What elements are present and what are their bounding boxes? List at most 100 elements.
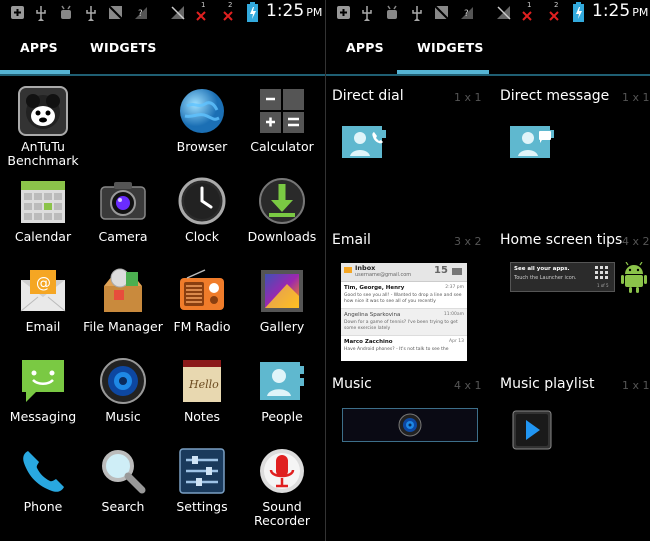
widget-title: Direct dial: [332, 88, 404, 104]
app-clock[interactable]: Clock: [162, 176, 242, 244]
sim1-no-signal-icon: [195, 7, 207, 24]
battery-charging-icon: [573, 2, 584, 22]
apps-screen: ? 1 2 1:25 PM APPS WIDGETS AnTuTu Benchma…: [0, 0, 325, 541]
widgets-screen: ? 1 2 1:25 PM APPS WIDGETS Direct dial 1 …: [326, 0, 650, 541]
app-camera[interactable]: Camera: [83, 176, 163, 244]
app-phone[interactable]: Phone: [3, 446, 83, 514]
app-email[interactable]: @ Email: [3, 266, 83, 334]
gallery-icon: [257, 266, 307, 316]
app-sound-recorder[interactable]: Sound Recorder: [242, 446, 322, 528]
direct-message-icon: [510, 124, 556, 164]
widget-title: Music playlist: [500, 376, 595, 392]
file-manager-icon: [98, 266, 148, 316]
compose-icon: [452, 268, 462, 275]
antutu-icon: [18, 86, 68, 136]
music-widget-preview: [342, 408, 478, 442]
app-label: Browser: [176, 139, 228, 154]
notes-icon: Hello: [177, 356, 227, 406]
svg-text:?: ?: [138, 9, 143, 19]
tab-underline: [326, 74, 650, 76]
app-label: Music: [105, 409, 141, 424]
tab-bar: APPS WIDGETS: [0, 25, 325, 76]
usb-icon: [35, 4, 47, 21]
launcher-grid-icon: [595, 266, 609, 282]
app-notes[interactable]: Hello Notes: [162, 356, 242, 424]
app-label: Downloads: [247, 229, 317, 244]
android-debug-icon: [384, 4, 400, 21]
radio-icon: [177, 266, 227, 316]
direct-dial-icon: [342, 124, 388, 164]
widget-size: 4 x 2: [622, 235, 650, 248]
widget-title: Direct message: [500, 88, 610, 104]
app-file-manager[interactable]: File Manager: [83, 266, 163, 334]
clock-display: 1:25 PM: [266, 1, 323, 21]
battery-charging-icon: [247, 2, 258, 22]
add-notification-icon: [10, 4, 25, 21]
app-label: AnTuTu Benchmark: [7, 139, 79, 168]
messaging-icon: [18, 356, 68, 406]
app-label: Clock: [185, 229, 219, 244]
app-search[interactable]: Search: [83, 446, 163, 514]
notes-icon-text: Hello: [188, 378, 219, 391]
people-icon: [257, 356, 307, 406]
signal-muted-icon: [496, 4, 511, 21]
app-label: FM Radio: [173, 319, 231, 334]
app-antutu[interactable]: AnTuTu Benchmark: [3, 86, 83, 168]
app-messaging[interactable]: Messaging: [3, 356, 83, 424]
widget-size: 1 x 1: [454, 91, 482, 104]
app-label: Notes: [183, 409, 221, 424]
email-row: Tim, George, Henry 2:37 pm Good to see y…: [341, 282, 467, 309]
tab-apps[interactable]: APPS: [20, 40, 58, 55]
no-sim-icon: [434, 4, 449, 21]
app-label: File Manager: [83, 319, 163, 334]
widget-title: Music: [332, 376, 372, 392]
widget-title: Home screen tips: [500, 232, 623, 248]
unknown-signal-icon: ?: [460, 4, 474, 21]
tab-widgets[interactable]: WIDGETS: [417, 40, 484, 55]
widget-size: 1 x 1: [622, 379, 650, 392]
app-music[interactable]: Music: [83, 356, 163, 424]
status-bar: ? 1 2 1:25 PM: [0, 0, 325, 25]
app-settings[interactable]: Settings: [162, 446, 242, 514]
app-downloads[interactable]: Downloads: [242, 176, 322, 244]
sim1-no-signal-icon: [521, 7, 533, 24]
android-robot-icon: [621, 261, 647, 298]
microphone-icon: [257, 446, 307, 496]
no-sim-icon: [108, 4, 123, 21]
music-disc-icon: [398, 413, 422, 441]
app-label: People: [261, 409, 303, 424]
app-label: Phone: [23, 499, 63, 514]
svg-text:?: ?: [464, 9, 469, 19]
usb-icon-2: [411, 4, 423, 21]
app-fm-radio[interactable]: FM Radio: [162, 266, 242, 334]
settings-icon: [177, 446, 227, 496]
app-label: Camera: [98, 229, 148, 244]
sim2-no-signal-icon: [548, 7, 560, 24]
app-calendar[interactable]: Calendar: [3, 176, 83, 244]
sim2-no-signal-icon: [222, 7, 234, 24]
app-label: Settings: [176, 499, 228, 514]
signal-muted-icon: [170, 4, 185, 21]
tab-apps[interactable]: APPS: [346, 40, 384, 55]
app-gallery[interactable]: Gallery: [242, 266, 322, 334]
app-calculator[interactable]: Calculator: [242, 86, 322, 154]
add-notification-icon: [336, 4, 351, 21]
email-widget-preview: Inbox username@gmail.com 15 Tim, George,…: [341, 263, 467, 361]
widget-size: 3 x 2: [454, 235, 482, 248]
widget-title: Email: [332, 232, 371, 248]
android-debug-icon: [58, 4, 74, 21]
inbox-envelope-icon: [344, 267, 352, 273]
app-label: Sound Recorder: [253, 499, 311, 528]
app-label: Calendar: [14, 229, 72, 244]
download-icon: [257, 176, 307, 226]
app-label: Search: [101, 499, 145, 514]
app-people[interactable]: People: [242, 356, 322, 424]
unknown-signal-icon: ?: [134, 4, 148, 21]
email-row: Marco Zacchino Apr 13 Have Android phone…: [341, 336, 467, 361]
email-widget-header: Inbox username@gmail.com 15: [341, 263, 467, 282]
music-icon: [98, 356, 148, 406]
tab-bar: APPS WIDGETS: [326, 25, 650, 76]
tab-widgets[interactable]: WIDGETS: [90, 40, 157, 55]
app-browser[interactable]: Browser: [162, 86, 242, 154]
usb-icon: [361, 4, 373, 21]
